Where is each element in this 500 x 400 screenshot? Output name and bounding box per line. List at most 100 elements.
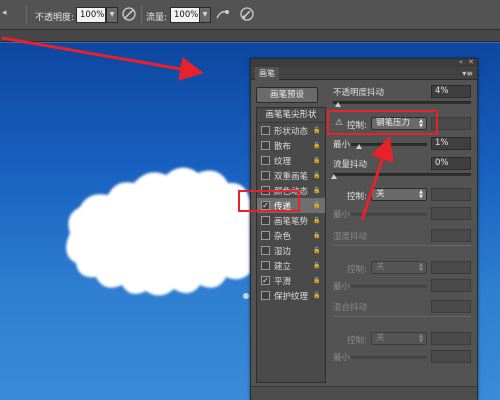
flow-minimum-label: 最小 xyxy=(333,210,351,220)
lock-icon[interactable]: 🔓 xyxy=(313,156,321,165)
opacity-label: 不透明度: xyxy=(35,13,75,23)
flow-field[interactable]: 100% xyxy=(170,7,200,23)
panel-collapse-icon[interactable]: « xyxy=(459,58,463,66)
opacity-field[interactable]: 100% xyxy=(76,7,106,23)
wet-minimum-value xyxy=(431,279,471,292)
flow-label: 流量: xyxy=(146,13,168,23)
annotation-box-control xyxy=(327,110,438,135)
flow-minimum-slider xyxy=(351,213,427,216)
checkbox[interactable] xyxy=(261,141,270,150)
mix-minimum-value xyxy=(431,350,471,363)
brush-setting-label: 保护纹理 xyxy=(274,292,309,302)
checkbox[interactable]: ✓ xyxy=(261,276,270,285)
wet-minimum-label: 最小 xyxy=(333,282,351,292)
flow-minimum-value xyxy=(431,207,471,220)
flow-dropdown-button[interactable]: ▼ xyxy=(199,7,211,23)
panel-tab-bar: 画笔 ▾≡ xyxy=(251,67,477,80)
mix-control-extra-field xyxy=(431,332,471,345)
brush-setting-label: 画笔笔势 xyxy=(274,217,309,227)
wet-control-value: 关 xyxy=(376,262,385,272)
brush-setting-item[interactable]: 形状动态 🔓 xyxy=(257,123,325,138)
flow-jitter-value[interactable]: 0% xyxy=(431,157,471,170)
lock-icon[interactable]: 🔓 xyxy=(313,186,321,195)
dropdown-carets-icon: ▲ ▼ xyxy=(419,262,423,273)
lock-icon[interactable]: 🔓 xyxy=(313,141,321,150)
brush-setting-item[interactable]: 画笔笔势 🔓 xyxy=(257,213,325,228)
opacity-jitter-value[interactable]: 4% xyxy=(431,85,471,98)
flow-control-value: 关 xyxy=(376,189,385,199)
lock-icon[interactable]: 🔓 xyxy=(313,171,321,180)
mix-jitter-value xyxy=(431,300,471,313)
brush-setting-item[interactable]: 保护纹理 🔓 xyxy=(257,288,325,303)
checkbox[interactable] xyxy=(261,246,270,255)
brush-setting-item[interactable]: 纹理 🔓 xyxy=(257,153,325,168)
checkbox[interactable] xyxy=(261,231,270,240)
panel-preview-strip xyxy=(251,386,477,400)
brush-settings-list: 画笔笔尖形状 形状动态 🔓 散布 🔓 纹理 🔓 双重画笔 🔓 颜色动态 🔓 ✓ 传递 🔓 画笔笔势 🔓 杂色 🔓… xyxy=(256,107,326,383)
brush-setting-item[interactable]: 建立 🔓 xyxy=(257,258,325,273)
mix-minimum-slider xyxy=(351,356,427,359)
brush-setting-item[interactable]: 杂色 🔓 xyxy=(257,228,325,243)
dropdown-carets-icon: ▲ ▼ xyxy=(419,189,423,200)
wetness-jitter-label: 湿度抖动 xyxy=(333,232,368,242)
brush-setting-item[interactable]: 双重画笔 🔓 xyxy=(257,168,325,183)
minimum-knob[interactable] xyxy=(356,144,362,149)
wet-control-dropdown: 关 ▲ ▼ xyxy=(371,261,427,274)
lock-icon[interactable]: 🔓 xyxy=(313,231,321,240)
checkbox[interactable] xyxy=(261,291,270,300)
mix-divider xyxy=(333,316,471,317)
brush-setting-label: 建立 xyxy=(274,262,292,272)
lock-icon[interactable]: 🔓 xyxy=(313,276,321,285)
flow-jitter-slider[interactable] xyxy=(333,173,471,176)
lock-icon[interactable]: 🔓 xyxy=(313,126,321,135)
wet-minimum-slider xyxy=(351,285,427,288)
dropdown-carets-icon: ▲ ▼ xyxy=(419,333,423,344)
checkbox[interactable] xyxy=(261,156,270,165)
opacity-dropdown-button[interactable]: ▼ xyxy=(106,7,118,23)
airbrush-icon[interactable] xyxy=(214,6,232,24)
brush-setting-label: 形状动态 xyxy=(274,127,309,137)
opacity-jitter-slider[interactable] xyxy=(333,101,471,104)
brush-setting-label: 纹理 xyxy=(274,157,292,167)
minimum-value[interactable]: 1% xyxy=(431,137,471,150)
lock-icon[interactable]: 🔓 xyxy=(313,216,321,225)
pressure-opacity-icon[interactable] xyxy=(120,6,138,24)
brush-setting-item[interactable]: 散布 🔓 xyxy=(257,138,325,153)
options-bar: ◂ 不透明度: 100% ▼ 流量: 100% ▼ xyxy=(0,0,500,30)
brush-tip-shape-item[interactable]: 画笔笔尖形状 xyxy=(257,108,325,123)
flow-control-extra-field xyxy=(431,188,471,201)
mix-jitter-label: 混合抖动 xyxy=(333,303,368,313)
opacity-jitter-knob[interactable] xyxy=(335,102,341,107)
lock-icon[interactable]: 🔓 xyxy=(313,246,321,255)
mix-control-label: 控制: xyxy=(347,336,367,346)
mix-control-value: 关 xyxy=(376,333,385,343)
mix-control-dropdown: 关 ▲ ▼ xyxy=(371,332,427,345)
lock-icon[interactable]: 🔓 xyxy=(313,291,321,300)
wetness-divider xyxy=(333,245,471,246)
flow-control-dropdown[interactable]: 关 ▲ ▼ xyxy=(371,188,427,201)
checkbox[interactable] xyxy=(261,216,270,225)
opacity-jitter-label: 不透明度抖动 xyxy=(333,88,385,98)
lock-icon[interactable]: 🔓 xyxy=(313,261,321,270)
panel-menu-icon[interactable]: ▾≡ xyxy=(462,67,473,80)
checkbox[interactable] xyxy=(261,171,270,180)
checkbox[interactable] xyxy=(261,261,270,270)
brush-setting-item[interactable]: 湿边 🔓 xyxy=(257,243,325,258)
lock-icon[interactable]: 🔓 xyxy=(313,201,321,210)
brush-setting-item[interactable]: ✓ 平滑 🔓 xyxy=(257,273,325,288)
minimum-label: 最小 xyxy=(333,140,351,150)
brush-setting-label: 散布 xyxy=(274,142,292,152)
pressure-size-icon[interactable] xyxy=(238,6,256,24)
options-separator xyxy=(141,5,142,25)
brush-setting-label: 杂色 xyxy=(274,232,292,242)
flow-control-label: 控制: xyxy=(347,192,367,202)
checkbox[interactable] xyxy=(261,126,270,135)
flow-jitter-knob[interactable] xyxy=(331,174,337,179)
panel-close-icon[interactable]: ✕ xyxy=(468,58,474,66)
brush-presets-button[interactable]: 画笔预设 xyxy=(256,87,318,103)
wetness-jitter-value xyxy=(431,229,471,242)
document-tab-bar xyxy=(0,30,500,42)
tab-brush[interactable]: 画笔 xyxy=(255,67,279,80)
minimum-slider[interactable] xyxy=(351,143,427,146)
collapse-arrow-icon[interactable]: ◂ xyxy=(2,8,7,18)
